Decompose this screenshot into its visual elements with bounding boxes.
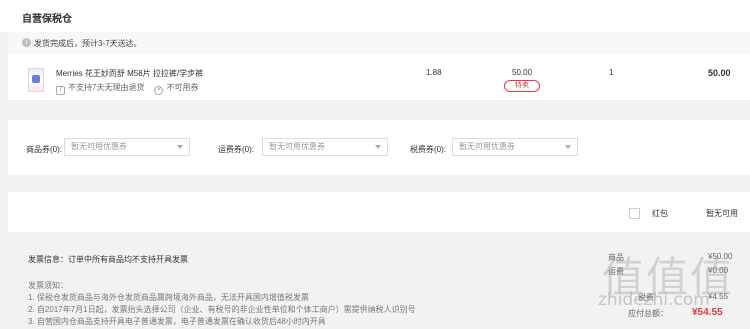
goods-coupon-select[interactable]: 暂无可用优惠券 [64,138,190,156]
redpack-label: 红包 [652,209,668,218]
chevron-down-icon [375,145,381,149]
notice-title: 发票须知： [28,281,68,290]
notice-line: 3. 自营国内仓商品支持开具电子普通发票，电子普通发票在确认收货后48小时内开具 [28,317,326,326]
watermark: 值值值 zhidezhi.com [596,238,746,326]
watermark-url: zhidezhi.com [598,290,710,310]
notice-line: 1. 保税仓发货商品与海外仓发货商品属跨境海外商品，无法开具国内增值税发票 [28,293,309,302]
product-tags: 7 不支持7天无理由退货 × 不可用券 [56,82,198,95]
coupon-section: 商品券(0): 暂无可用优惠券 运费券(0): 暂无可用优惠券 税费券(0): … [8,120,750,175]
shipping-text: 发货完成后，预计3-7天送达。 [34,39,142,48]
invoice-info: 发票信息：订单中所有商品均不支持开具发票 [28,255,188,264]
product-row: Merries 花王妙而舒 M58片 拉拉裤/学步裤 7 不支持7天无理由退货 ×… [8,54,750,101]
freight-coupon-label: 运费券(0): [218,145,254,154]
product-total: 50.00 [708,68,731,78]
product-thumbnail[interactable] [28,68,44,92]
tax-coupon-select[interactable]: 暂无可用优惠券 [452,138,578,156]
chevron-down-icon [177,145,183,149]
tax-coupon-label: 税费券(0): [410,145,446,154]
section-title: 自营保税仓 [22,14,72,25]
redpack-checkbox[interactable] [629,208,640,219]
invoice-notice: 发票须知： 1. 保税仓发货商品与海外仓发货商品属跨境海外商品，无法开具国内增值… [28,280,416,328]
goods-coupon-label: 商品券(0): [26,145,62,154]
info-icon: i [22,38,31,47]
chevron-down-icon [565,145,571,149]
sale-badge: 特卖 [504,80,540,92]
redpack-status: 暂无可用 [706,209,738,218]
product-name[interactable]: Merries 花王妙而舒 M58片 拉拉裤/学步裤 [56,68,203,79]
freight-coupon-select[interactable]: 暂无可用优惠券 [262,138,388,156]
no-coupon-icon: × [154,86,164,95]
no-return-tag: 7 不支持7天无理由退货 [56,82,144,95]
product-unit-price: 50.00 [512,68,533,77]
shipping-notice: i 发货完成后，预计3-7天送达。 [8,32,750,54]
redpack-section: 红包 暂无可用 [8,192,750,232]
notice-line: 2. 自2017年7月1日起，发票抬头选择公司（企业、有税号的非企业性单位和个体… [28,305,416,314]
no-return-icon: 7 [56,86,65,95]
no-coupon-tag: × 不可用券 [154,82,198,95]
section-header: 自营保税仓 [0,0,750,32]
product-quantity: 1 [609,68,614,77]
product-price: 1.88 [426,68,442,77]
